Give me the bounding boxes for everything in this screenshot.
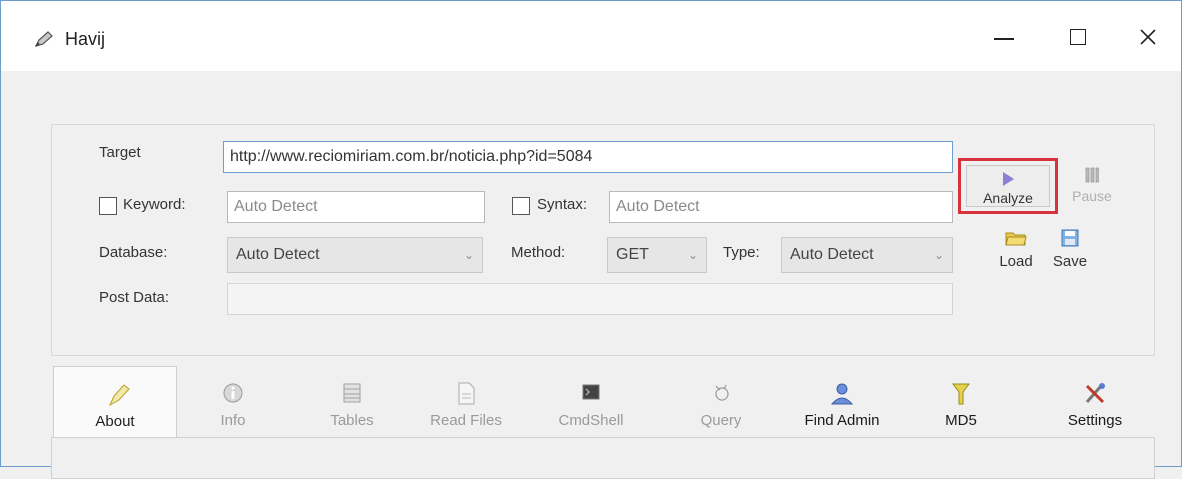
tab-label: Tables xyxy=(330,412,374,429)
maximize-button[interactable] xyxy=(1055,17,1101,57)
syntax-label: Syntax: xyxy=(537,196,588,213)
analyze-label: Analyze xyxy=(983,190,1033,206)
pen-icon xyxy=(108,384,130,407)
chevron-down-icon: ⌄ xyxy=(933,248,944,262)
chevron-down-icon: ⌄ xyxy=(687,248,698,262)
chevron-down-icon: ⌄ xyxy=(463,248,474,262)
tab-label: Info xyxy=(220,412,246,429)
syntax-input[interactable]: Auto Detect xyxy=(609,191,953,223)
tab-query[interactable]: Query xyxy=(691,366,751,438)
keyword-checkbox[interactable] xyxy=(99,197,117,215)
tab-label: MD5 xyxy=(945,412,977,429)
post-data-label: Post Data: xyxy=(99,289,170,306)
folder-icon xyxy=(1005,232,1027,246)
floppy-disk-icon xyxy=(1061,229,1079,247)
tab-label: Read Files xyxy=(430,412,502,429)
method-select[interactable]: GET ⌄ xyxy=(607,237,707,273)
analyze-highlight-frame: Analyze xyxy=(958,158,1058,214)
pause-icon xyxy=(1085,167,1099,183)
title-bar[interactable]: Havij xyxy=(1,1,1181,71)
pause-label: Pause xyxy=(1072,188,1112,204)
tab-about[interactable]: About xyxy=(53,366,177,438)
method-label: Method: xyxy=(511,244,566,261)
query-icon xyxy=(715,384,729,401)
play-icon xyxy=(967,172,1049,186)
type-label: Type: xyxy=(723,244,760,261)
pen-icon xyxy=(34,31,53,47)
type-value: Auto Detect xyxy=(790,246,874,263)
target-label: Target xyxy=(99,144,141,161)
app-window: Havij Target http://www.reciomiriam.com.… xyxy=(0,0,1182,479)
save-label: Save xyxy=(1052,253,1088,270)
tab-info[interactable]: Info xyxy=(203,366,263,438)
file-icon xyxy=(458,382,475,405)
load-label: Load xyxy=(999,253,1033,270)
module-tab-strip: About Info Tables Read Files CmdShell Qu… xyxy=(51,366,1153,438)
target-url-input[interactable]: http://www.reciomiriam.com.br/noticia.ph… xyxy=(223,141,953,173)
tab-label: CmdShell xyxy=(558,412,624,429)
key-icon xyxy=(952,383,970,405)
settings-icon xyxy=(1085,383,1105,404)
close-icon xyxy=(1140,29,1156,45)
tab-label: About xyxy=(95,413,135,430)
minimize-button[interactable] xyxy=(981,17,1027,57)
tab-settings[interactable]: Settings xyxy=(1047,366,1143,438)
tab-content-panel xyxy=(51,437,1155,479)
database-label: Database: xyxy=(99,244,168,261)
type-select[interactable]: Auto Detect ⌄ xyxy=(781,237,953,273)
tab-read-files[interactable]: Read Files xyxy=(421,366,511,438)
database-value: Auto Detect xyxy=(236,246,320,263)
keyword-label: Keyword: xyxy=(123,196,186,213)
load-button[interactable]: Load xyxy=(991,229,1041,270)
window-title: Havij xyxy=(65,29,106,49)
keyword-input[interactable]: Auto Detect xyxy=(227,191,485,223)
info-icon xyxy=(223,383,243,403)
tab-label: Find Admin xyxy=(804,412,880,429)
tab-label: Settings xyxy=(1067,412,1123,429)
table-icon xyxy=(343,383,361,403)
database-select[interactable]: Auto Detect ⌄ xyxy=(227,237,483,273)
tab-cmdshell[interactable]: CmdShell xyxy=(541,366,641,438)
tab-find-admin[interactable]: Find Admin xyxy=(787,366,897,438)
maximize-icon xyxy=(1070,29,1086,45)
syntax-checkbox[interactable] xyxy=(512,197,530,215)
tab-md5[interactable]: MD5 xyxy=(931,366,991,438)
terminal-icon xyxy=(582,384,600,400)
close-button[interactable] xyxy=(1125,17,1171,57)
tab-tables[interactable]: Tables xyxy=(317,366,387,438)
minimize-icon xyxy=(994,38,1014,40)
pause-button[interactable]: Pause xyxy=(1067,167,1117,204)
save-button[interactable]: Save xyxy=(1045,229,1095,270)
method-value: GET xyxy=(616,246,649,263)
admin-icon xyxy=(830,383,854,405)
post-data-input[interactable] xyxy=(227,283,953,315)
tab-label: Query xyxy=(700,412,742,429)
analyze-button[interactable]: Analyze xyxy=(966,165,1050,207)
